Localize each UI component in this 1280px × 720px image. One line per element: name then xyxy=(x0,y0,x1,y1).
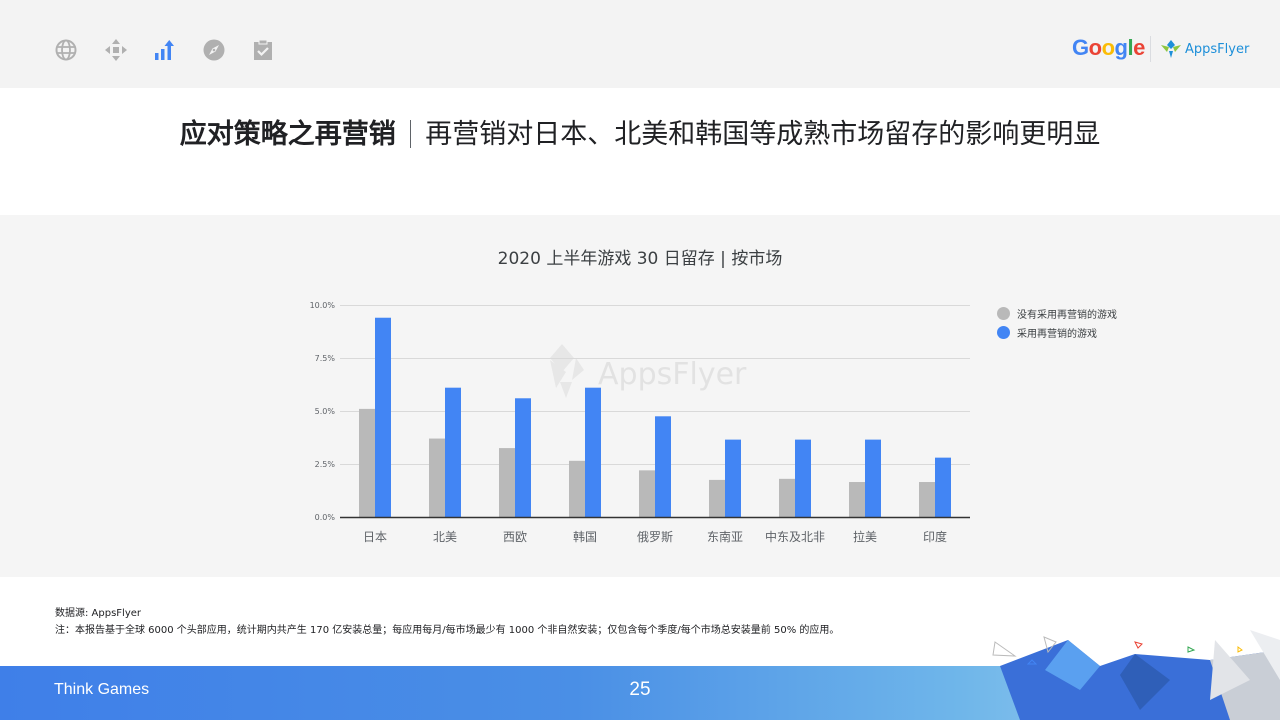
x-tick-label: 西欧 xyxy=(503,530,527,544)
note-text: 注：本报告基于全球 6000 个头部应用，统计期内共产生 170 亿安装总量；每… xyxy=(55,625,840,636)
bar-remarketing xyxy=(515,398,531,517)
bar-no-remarketing xyxy=(709,479,725,517)
y-tick-label: 5.0% xyxy=(315,407,336,416)
y-tick-label: 0.0% xyxy=(315,513,336,522)
x-tick-label: 韩国 xyxy=(573,529,597,544)
x-tick-label: 俄罗斯 xyxy=(637,530,673,544)
bar-remarketing xyxy=(585,387,601,517)
x-tick-label: 东南亚 xyxy=(707,529,743,544)
bar-remarketing xyxy=(935,457,951,517)
x-tick-label: 日本 xyxy=(363,530,387,544)
x-tick-label: 中东及北非 xyxy=(765,529,825,544)
bar-no-remarketing xyxy=(499,448,515,517)
legend-swatch-gray xyxy=(997,307,1010,320)
bar-no-remarketing xyxy=(429,438,445,517)
y-tick-label: 7.5% xyxy=(315,354,336,363)
x-tick-label: 印度 xyxy=(923,529,947,544)
bar-no-remarketing xyxy=(849,482,865,517)
y-tick-label: 2.5% xyxy=(315,460,336,469)
bar-remarketing xyxy=(725,439,741,517)
bar-no-remarketing xyxy=(569,460,585,517)
legend-item-no-remarketing: 没有采用再营销的游戏 xyxy=(997,304,1117,323)
bar-remarketing xyxy=(795,439,811,517)
bar-remarketing xyxy=(445,387,461,517)
legend-swatch-blue xyxy=(997,326,1010,339)
bar-no-remarketing xyxy=(359,408,375,517)
bar-remarketing xyxy=(655,416,671,517)
bar-no-remarketing xyxy=(779,478,795,517)
polygon-decoration xyxy=(992,630,1280,720)
watermark-text: AppsFlyer xyxy=(598,357,747,392)
x-tick-label: 拉美 xyxy=(853,529,877,544)
legend-label: 采用再营销的游戏 xyxy=(1017,329,1097,340)
chart-legend: 没有采用再营销的游戏 采用再营销的游戏 xyxy=(997,304,1117,342)
legend-item-remarketing: 采用再营销的游戏 xyxy=(997,323,1117,342)
legend-label: 没有采用再营销的游戏 xyxy=(1017,310,1117,321)
appsflyer-watermark: AppsFlyer xyxy=(550,344,747,398)
bar-remarketing xyxy=(865,439,881,517)
bar-no-remarketing xyxy=(639,470,655,517)
bar-no-remarketing xyxy=(919,482,935,517)
x-tick-label: 北美 xyxy=(433,530,457,544)
footnote: 数据源: AppsFlyer 注：本报告基于全球 6000 个头部应用，统计期内… xyxy=(55,605,839,639)
bar-remarketing xyxy=(375,317,391,517)
y-tick-label: 10.0% xyxy=(310,301,336,310)
data-source: 数据源: AppsFlyer xyxy=(55,608,142,619)
